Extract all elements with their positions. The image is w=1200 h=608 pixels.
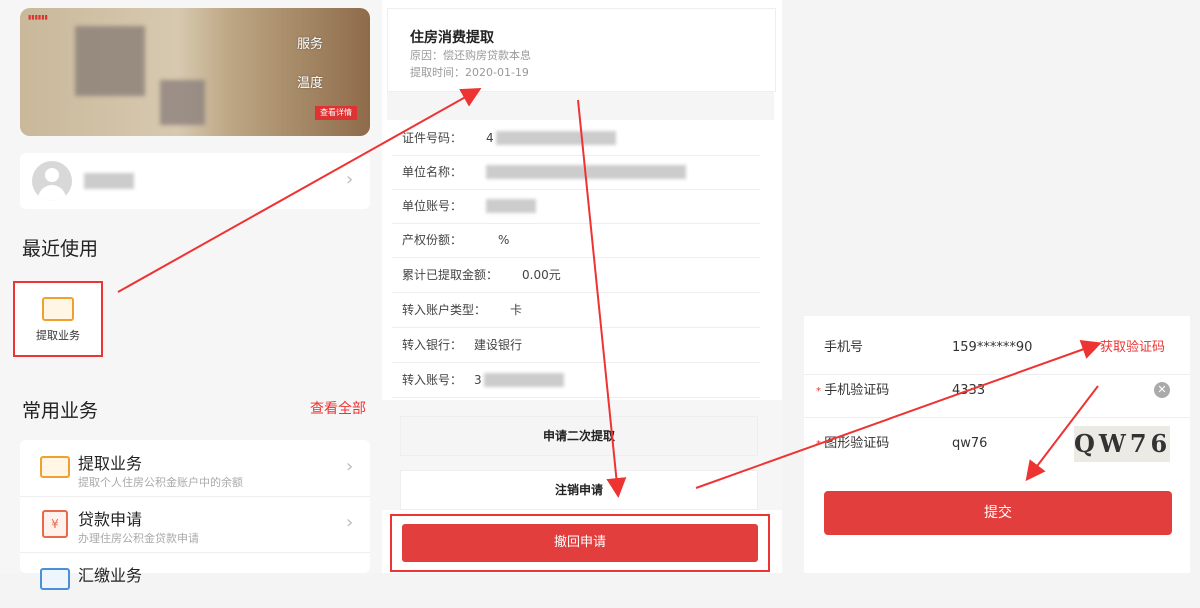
service-subtitle: 提取个人住房公积金账户中的余额 — [78, 476, 243, 489]
service-title: 贷款申请 — [78, 510, 143, 529]
field-account-number: 转入账号： 3 — [392, 363, 760, 398]
recent-item-withdraw[interactable]: 提取业务 — [13, 281, 103, 357]
avatar — [32, 161, 72, 201]
captcha-label: 图形验证码 — [824, 436, 890, 451]
service-item-remittance[interactable]: 汇缴业务 — [20, 552, 370, 608]
sms-code-label-wrap: * 手机验证码 — [816, 365, 889, 418]
withdraw-application-button[interactable]: 撤回申请 — [402, 524, 758, 562]
apply-second-withdraw-button[interactable]: 申请二次提取 — [400, 416, 758, 456]
chevron-right-icon: › — [346, 456, 354, 477]
service-item-withdraw[interactable]: 提取业务 提取个人住房公积金账户中的余额 › — [20, 440, 370, 497]
banner-title-line: 服务 — [296, 37, 323, 52]
field-value: 3 — [474, 373, 482, 387]
blurred-value — [486, 165, 686, 179]
field-bank: 转入银行： 建设银行 — [392, 328, 760, 363]
sms-code-label: 手机验证码 — [824, 383, 890, 398]
sms-code-row: * 手机验证码 4333 ✕ — [804, 365, 1190, 418]
field-value: % — [498, 233, 510, 247]
field-value: 建设银行 — [474, 338, 523, 352]
field-total-withdrawn: 累计已提取金额： 0.00元 — [392, 258, 760, 293]
submit-button[interactable]: 提交 — [824, 491, 1172, 535]
promo-banner[interactable]: ▮▮▮▮▮▮ 服务 温度 查看详情 — [20, 8, 370, 136]
captcha-input[interactable]: qw76 — [952, 418, 987, 470]
verification-form: 手机号 159******90 获取验证码 * 手机验证码 4333 ✕ * 图… — [804, 316, 1190, 573]
service-item-loan[interactable]: ¥ 贷款申请 办理住房公积金贷款申请 › — [20, 496, 370, 553]
user-card[interactable]: › — [20, 153, 370, 209]
blurred-photo-region — [75, 26, 145, 96]
recent-section-title: 最近使用 — [22, 238, 99, 260]
banner-tag[interactable]: 查看详情 — [315, 106, 357, 120]
banner-title: 服务 温度 — [260, 36, 360, 92]
detail-header-area: 住房消费提取 原因：偿还购房贷款本息 提取时间：2020-01-19 — [387, 8, 776, 120]
withdraw-button-highlight: 撤回申请 — [390, 514, 770, 572]
required-marker: * — [816, 439, 825, 450]
clear-icon[interactable]: ✕ — [1154, 382, 1170, 398]
common-section-title: 常用业务 — [22, 400, 99, 422]
field-label: 累计已提取金额： — [402, 268, 499, 282]
field-account-type: 转入账户类型： 卡 — [392, 293, 760, 328]
left-phone-panel: ▮▮▮▮▮▮ 服务 温度 查看详情 › 最近使用 提取业务 常用业务 查看全部 … — [0, 0, 382, 590]
service-list: 提取业务 提取个人住房公积金账户中的余额 › ¥ 贷款申请 办理住房公积金贷款申… — [20, 440, 370, 590]
withdraw-type-title: 住房消费提取 — [410, 30, 494, 46]
service-title: 提取业务 — [78, 454, 143, 473]
field-label: 转入账户类型： — [402, 303, 487, 317]
chevron-right-icon: › — [346, 512, 354, 533]
field-value: 4 — [486, 131, 494, 145]
banner-title-line: 温度 — [296, 76, 323, 91]
field-employer-account: 单位账号： — [392, 189, 760, 224]
captcha-label-wrap: * 图形验证码 — [816, 418, 889, 471]
remittance-icon — [40, 568, 70, 590]
field-label: 单位账号： — [402, 199, 463, 213]
yen-icon: ¥ — [42, 510, 68, 538]
wallet-icon — [40, 456, 70, 478]
withdraw-date: 提取时间：2020-01-19 — [410, 66, 529, 79]
field-label: 单位名称： — [402, 165, 463, 179]
captcha-image[interactable]: QW76 — [1074, 426, 1170, 462]
field-label: 转入账号： — [402, 373, 463, 387]
recent-item-label: 提取业务 — [36, 329, 80, 342]
withdraw-reason: 原因：偿还购房贷款本息 — [410, 49, 531, 62]
view-all-link[interactable]: 查看全部 — [310, 398, 366, 418]
blurred-value — [486, 199, 536, 213]
field-employer-name: 单位名称： — [392, 155, 760, 190]
blurred-value — [484, 373, 564, 387]
blurred-value — [496, 131, 616, 145]
chevron-right-icon: › — [346, 169, 354, 190]
avatar-head-shape — [45, 168, 59, 182]
captcha-row: * 图形验证码 qw76 QW76 — [804, 418, 1190, 470]
blurred-username — [84, 173, 134, 189]
application-detail-panel: 住房消费提取 原因：偿还购房贷款本息 提取时间：2020-01-19 证件号码：… — [382, 0, 782, 573]
cancel-application-button[interactable]: 注销申请 — [400, 470, 758, 510]
field-label: 产权份额： — [402, 233, 463, 247]
service-subtitle: 办理住房公积金贷款申请 — [78, 532, 199, 545]
field-value: 0.00元 — [522, 268, 561, 282]
avatar-body-shape — [38, 185, 66, 201]
field-label: 证件号码： — [402, 131, 463, 145]
field-property-share: 产权份额： % — [392, 223, 760, 258]
blurred-photo-region — [160, 80, 205, 125]
field-id-number: 证件号码： 4 — [392, 121, 760, 156]
brand-logo: ▮▮▮▮▮▮ — [28, 14, 48, 21]
field-value: 卡 — [510, 303, 523, 317]
sms-code-input[interactable]: 4333 — [952, 365, 985, 417]
service-title: 汇缴业务 — [78, 566, 143, 585]
field-label: 转入银行： — [402, 338, 463, 352]
wallet-icon — [42, 297, 74, 321]
withdraw-summary-card: 住房消费提取 原因：偿还购房贷款本息 提取时间：2020-01-19 — [387, 8, 776, 92]
required-marker: * — [816, 386, 825, 397]
